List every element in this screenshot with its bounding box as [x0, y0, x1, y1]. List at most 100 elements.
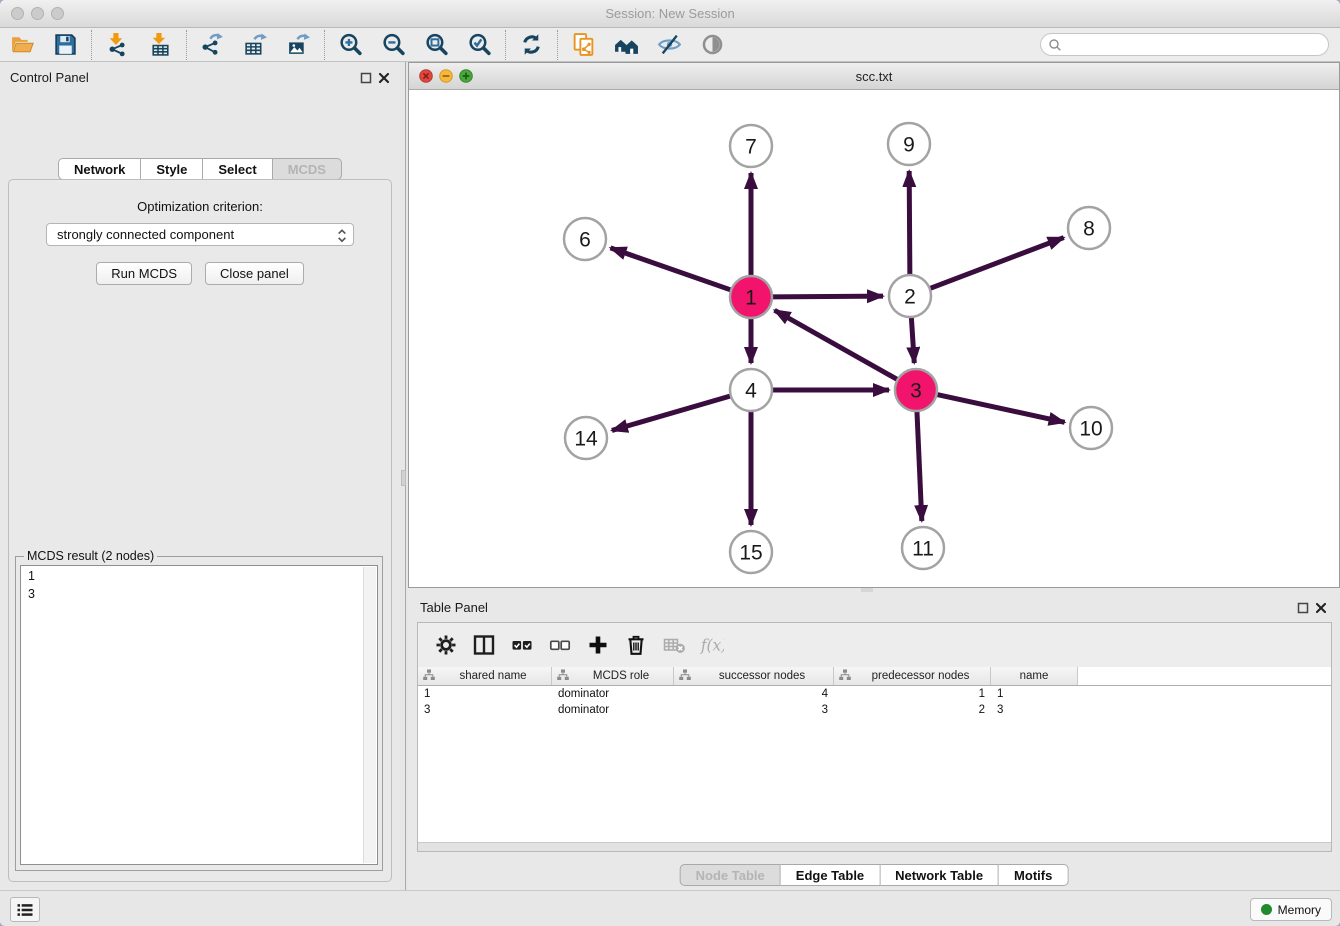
- edge-4-14[interactable]: [612, 396, 731, 431]
- table-hscroll-track[interactable]: [418, 842, 1331, 851]
- result-scrollbar[interactable]: [363, 567, 376, 863]
- eye-slash-icon[interactable]: [656, 31, 683, 58]
- window-titlebar[interactable]: Session: New Session: [0, 0, 1340, 28]
- network-title: scc.txt: [409, 69, 1339, 84]
- settings-icon[interactable]: [432, 631, 460, 659]
- status-bar: Memory: [0, 890, 1340, 926]
- eye-icon[interactable]: [699, 31, 726, 58]
- column-label: successor nodes: [691, 670, 833, 682]
- optimization-criterion-dropdown[interactable]: strongly connected component: [46, 223, 354, 246]
- export-image-icon[interactable]: [285, 31, 312, 58]
- edge-2-3[interactable]: [911, 317, 914, 363]
- node-label-8: 8: [1083, 218, 1095, 241]
- table-row[interactable]: 3dominator323: [418, 702, 1331, 718]
- column-label: shared name: [435, 670, 551, 682]
- tree-icon: [674, 669, 691, 684]
- delete-table-icon: [660, 631, 688, 659]
- table-cell: dominator: [552, 702, 674, 718]
- zoom-selected-icon[interactable]: [466, 31, 493, 58]
- edge-1-2[interactable]: [772, 296, 883, 297]
- table-cell: 3: [674, 702, 834, 718]
- edge-2-9[interactable]: [909, 171, 910, 275]
- memory-button[interactable]: Memory: [1250, 898, 1332, 921]
- table-toolbar: f(x): [418, 623, 1331, 667]
- add-icon[interactable]: [584, 631, 612, 659]
- export-network-icon[interactable]: [199, 31, 226, 58]
- network-graph[interactable]: 7968124314101511: [409, 90, 1339, 587]
- edge-3-10[interactable]: [937, 394, 1065, 422]
- table-cell: 4: [674, 686, 834, 702]
- open-session-icon[interactable]: [9, 31, 36, 58]
- tree-icon: [418, 669, 435, 684]
- search-input[interactable]: [1040, 33, 1329, 56]
- task-history-button[interactable]: [10, 897, 40, 922]
- application-window: Session: New Session Control Panel Netwo…: [0, 0, 1340, 926]
- split-columns-icon[interactable]: [470, 631, 498, 659]
- close-panel-button[interactable]: Close panel: [205, 262, 304, 285]
- vertical-splitter[interactable]: [400, 62, 408, 890]
- tab-node-table[interactable]: Node Table: [680, 864, 781, 886]
- edge-3-1[interactable]: [775, 310, 898, 379]
- table-row[interactable]: 1dominator411: [418, 686, 1331, 702]
- dropdown-value: strongly connected component: [57, 227, 234, 242]
- import-table-icon[interactable]: [147, 31, 174, 58]
- edge-1-6[interactable]: [610, 248, 731, 290]
- close-table-panel-icon[interactable]: [1315, 601, 1327, 613]
- column-header-MCDS-role[interactable]: MCDS role: [552, 667, 674, 685]
- network-window-titlebar[interactable]: scc.txt: [409, 63, 1339, 90]
- float-table-panel-icon[interactable]: [1297, 601, 1309, 613]
- mcds-result-groupbox: MCDS result (2 nodes) 1 3: [15, 556, 383, 871]
- column-label: predecessor nodes: [851, 670, 990, 682]
- column-header-successor-nodes[interactable]: successor nodes: [674, 667, 834, 685]
- table-cell: 1: [991, 686, 1078, 702]
- control-panel: Control Panel NetworkStyleSelectMCDS Opt…: [0, 62, 400, 890]
- export-table-icon[interactable]: [242, 31, 269, 58]
- node-label-7: 7: [745, 136, 757, 159]
- zoom-out-icon[interactable]: [380, 31, 407, 58]
- zoom-in-icon[interactable]: [337, 31, 364, 58]
- column-label: name: [991, 670, 1077, 682]
- tree-icon: [552, 669, 569, 684]
- node-table[interactable]: shared name MCDS role successor nodes prede…: [418, 667, 1331, 842]
- import-network-icon[interactable]: [104, 31, 131, 58]
- column-header-shared-name[interactable]: shared name: [418, 667, 552, 685]
- column-header-name[interactable]: name: [991, 667, 1078, 685]
- toolbar-separator: [91, 30, 92, 60]
- edge-3-11[interactable]: [917, 411, 922, 521]
- duplicate-network-icon[interactable]: [570, 31, 597, 58]
- splitter-handle[interactable]: [401, 470, 406, 486]
- node-label-3: 3: [910, 380, 922, 403]
- column-label: MCDS role: [569, 670, 673, 682]
- control-panel-tabs: NetworkStyleSelectMCDS: [58, 158, 342, 180]
- dropdown-stepper-icon: [336, 226, 348, 245]
- tab-mcds[interactable]: MCDS: [273, 158, 342, 180]
- node-label-10: 10: [1079, 418, 1102, 441]
- delete-icon[interactable]: [622, 631, 650, 659]
- close-panel-icon[interactable]: [378, 71, 390, 83]
- homes-icon[interactable]: [613, 31, 640, 58]
- apply-layout-icon[interactable]: [518, 31, 545, 58]
- tab-style[interactable]: Style: [141, 158, 203, 180]
- tab-network-table[interactable]: Network Table: [880, 864, 999, 886]
- toolbar-separator: [505, 30, 506, 60]
- tab-motifs[interactable]: Motifs: [999, 864, 1068, 886]
- toolbar-separator: [324, 30, 325, 60]
- main-toolbar: [0, 28, 1340, 62]
- float-panel-icon[interactable]: [360, 71, 372, 83]
- edge-2-8[interactable]: [930, 238, 1064, 289]
- zoom-fit-icon[interactable]: [423, 31, 450, 58]
- mcds-result-text[interactable]: 1 3: [20, 565, 378, 865]
- deselect-all-icon[interactable]: [546, 631, 574, 659]
- table-cell: 3: [991, 702, 1078, 718]
- select-all-icon[interactable]: [508, 631, 536, 659]
- window-title: Session: New Session: [0, 6, 1340, 21]
- mcds-tab-pane: Optimization criterion: strongly connect…: [8, 179, 392, 882]
- tab-network[interactable]: Network: [58, 158, 141, 180]
- save-session-icon[interactable]: [52, 31, 79, 58]
- tab-select[interactable]: Select: [203, 158, 272, 180]
- column-header-predecessor-nodes[interactable]: predecessor nodes: [834, 667, 991, 685]
- network-canvas[interactable]: 7968124314101511: [409, 90, 1339, 587]
- run-mcds-button[interactable]: Run MCDS: [96, 262, 192, 285]
- tab-edge-table[interactable]: Edge Table: [781, 864, 880, 886]
- toolbar-separator: [557, 30, 558, 60]
